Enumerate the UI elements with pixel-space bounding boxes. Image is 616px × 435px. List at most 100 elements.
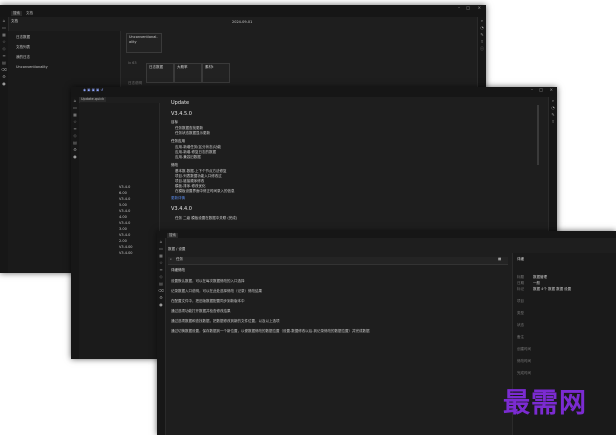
card-2[interactable]: 素材t: [202, 63, 230, 83]
chart-icon[interactable]: ▤: [71, 139, 79, 146]
doc-bullet-2-2: 应用-兼容旧数据: [175, 155, 201, 159]
home-icon[interactable]: ⌂: [71, 97, 79, 104]
top-card[interactable]: Unconventional-ality: [126, 33, 162, 53]
field-value[interactable]: 一般: [533, 281, 540, 286]
chart-icon[interactable]: ▤: [0, 59, 8, 66]
star-icon[interactable]: ☆: [157, 259, 165, 266]
search-icon: ⌕: [170, 257, 172, 261]
card-2-label: 素材t: [205, 65, 214, 69]
doc-bullet-1-1: 任务状态数据显示更新: [175, 131, 210, 135]
list-icon[interactable]: ≡: [157, 266, 165, 273]
home-icon[interactable]: ⌂: [157, 238, 165, 245]
card-1[interactable]: 大概率: [174, 63, 202, 83]
header-left: 文档: [11, 19, 18, 23]
tab-0[interactable]: 搜索: [11, 11, 22, 16]
search-bar[interactable]: ⌕ 任务 ▦: [168, 257, 508, 265]
field-value[interactable]: 数据 4个 数据 数据 设置: [533, 287, 571, 292]
top-card-label: Unconventional-ality: [129, 35, 158, 44]
file-tab[interactable]: Update.quick: [79, 97, 107, 102]
edit-icon[interactable]: ✎: [478, 31, 486, 38]
list-item[interactable]: 记录数据入口说明，可以在此处选择修改（记录）修改结果: [171, 289, 262, 293]
star-icon[interactable]: ☆: [0, 38, 8, 45]
search-input[interactable]: 任务: [176, 257, 183, 262]
search-icon[interactable]: ⌕: [549, 97, 557, 104]
version-8[interactable]: V3.4.0: [119, 233, 130, 237]
gear-icon[interactable]: ⚙: [71, 146, 79, 153]
share-icon[interactable]: ⇪: [478, 38, 486, 45]
share-icon[interactable]: ⇪: [549, 118, 557, 125]
user-icon[interactable]: ●: [157, 301, 165, 308]
doc-title: Update: [171, 100, 190, 106]
sidebar-item-0[interactable]: 日志数据: [16, 35, 30, 39]
home-icon[interactable]: ⌂: [0, 17, 8, 24]
version-2[interactable]: V3.4.0: [119, 197, 130, 201]
info-icon[interactable]: ⓘ: [478, 45, 486, 52]
list-header: 详细修改: [171, 268, 185, 272]
user-icon[interactable]: ●: [71, 153, 79, 160]
field-value[interactable]: 数据管理: [533, 275, 547, 280]
tag-icon[interactable]: ◇: [157, 273, 165, 280]
sidebar-item-3[interactable]: Unconventionality: [16, 65, 48, 69]
list-item[interactable]: 在配置文件中，把旧版数据配置同步到新版本中: [171, 299, 245, 303]
edit-icon[interactable]: ✎: [549, 111, 557, 118]
close-icon[interactable]: ×: [478, 5, 481, 11]
card-0[interactable]: 日志数据: [146, 63, 174, 83]
chart-icon[interactable]: ▤: [157, 280, 165, 287]
field-label: 完成时间: [517, 371, 531, 375]
doc-version-1: V3.4.5.0: [171, 111, 192, 117]
maximize-icon[interactable]: □: [466, 5, 470, 11]
doc-section-2: 任务应用: [171, 139, 185, 143]
trash-icon[interactable]: ⌫: [157, 287, 165, 294]
folder-icon[interactable]: ▭: [0, 24, 8, 31]
sidebar-item-2[interactable]: 我的日志: [16, 55, 30, 59]
version-3[interactable]: 5.00: [119, 203, 127, 207]
folder-icon[interactable]: ▭: [71, 104, 79, 111]
field-label: 标题: [517, 275, 524, 279]
calendar-icon[interactable]: ▦: [0, 31, 8, 38]
tab-0[interactable]: 搜索: [167, 233, 178, 238]
field-label: 日期: [517, 281, 524, 285]
tag-icon[interactable]: ◇: [71, 132, 79, 139]
field-label: 创建时间: [517, 347, 531, 351]
version-7[interactable]: 3.00: [119, 227, 127, 231]
version-6[interactable]: V3.4.0: [119, 221, 130, 225]
version-0[interactable]: V3.4.0: [119, 185, 130, 189]
calendar-icon[interactable]: ▦: [157, 252, 165, 259]
folder-icon[interactable]: ▭: [157, 245, 165, 252]
tab-1[interactable]: 文档: [24, 11, 35, 16]
calendar-icon[interactable]: ▦: [71, 111, 79, 118]
star-icon[interactable]: ☆: [71, 118, 79, 125]
minimize-icon[interactable]: –: [531, 87, 533, 93]
version-11[interactable]: V3.4.00: [119, 251, 133, 255]
search-icon[interactable]: ⌕: [478, 17, 486, 24]
version-4[interactable]: V3.4.0: [119, 209, 130, 213]
version-1[interactable]: 6.00: [119, 191, 127, 195]
bell-icon[interactable]: ◔: [549, 104, 557, 111]
minimize-icon[interactable]: –: [458, 5, 460, 11]
version-5[interactable]: 4.00: [119, 215, 127, 219]
maximize-icon[interactable]: □: [539, 87, 543, 93]
list-icon[interactable]: ≡: [71, 125, 79, 132]
user-icon[interactable]: ●: [0, 80, 8, 87]
field-label: 项目: [517, 299, 524, 303]
bell-icon[interactable]: ◔: [478, 24, 486, 31]
version-9[interactable]: 2.00: [119, 239, 127, 243]
scrollbar[interactable]: [537, 105, 539, 165]
list-item[interactable]: 通过切换数据设置，保存数据到一个新位置，以便数据修改的数据位置（设置-数据修改以…: [171, 329, 370, 333]
list-item[interactable]: 设置默认数据，可以在每次数据修改的入口选择: [171, 279, 245, 283]
field-label: 类型: [517, 311, 524, 315]
gear-icon[interactable]: ⚙: [0, 73, 8, 80]
close-icon[interactable]: ×: [550, 87, 553, 93]
doc-link[interactable]: 更新详情: [171, 196, 185, 201]
gear-icon[interactable]: ⚙: [157, 294, 165, 301]
sidebar-item-1[interactable]: 文档列表: [16, 45, 30, 49]
tag-icon[interactable]: ◇: [0, 45, 8, 52]
titlebar: 搜索 文档 – □ ×: [0, 5, 486, 17]
list-icon[interactable]: ≡: [0, 52, 8, 59]
list-item[interactable]: 通过选项功能打开数据并检查修改结果: [171, 309, 231, 313]
trash-icon[interactable]: ⌫: [0, 66, 8, 73]
filter-icon[interactable]: ▦: [498, 257, 501, 262]
list-item[interactable]: 通过选项数据和查找数据，把数据修改到新的文件位置，以及以上选项: [171, 319, 280, 323]
version-10[interactable]: V3.4.00: [119, 245, 133, 249]
card-0-label: 日志数据: [149, 65, 163, 69]
